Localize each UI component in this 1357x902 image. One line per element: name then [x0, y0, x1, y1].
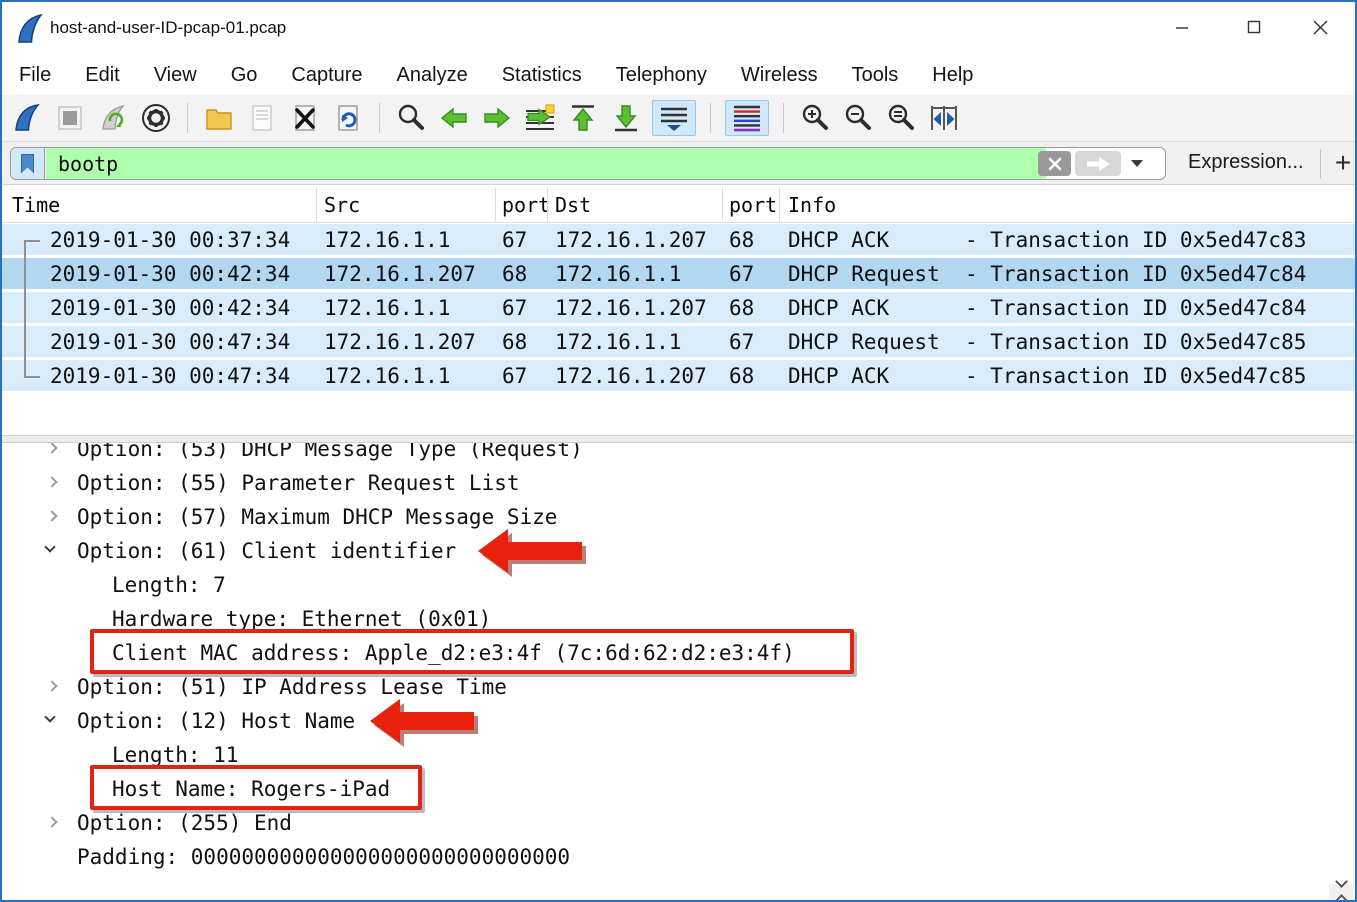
annotation-arrow-client-identifier	[478, 527, 594, 579]
chevron-right-icon[interactable]	[46, 443, 57, 454]
column-header-time[interactable]: Time	[12, 186, 60, 223]
detail-line[interactable]: Padding: 000000000000000000000000000000	[2, 840, 1325, 874]
detail-line[interactable]: Option: (61) Client identifier	[2, 534, 1325, 568]
reload-file-icon[interactable]	[331, 100, 365, 136]
maximize-button[interactable]	[1223, 2, 1285, 52]
display-filter-input[interactable]: bootp	[46, 148, 1046, 179]
packet-detail-pane: Option: (53) DHCP Message Type (Request)…	[2, 443, 1355, 900]
annotation-box-host-name	[90, 765, 422, 810]
auto-scroll-icon[interactable]	[652, 100, 696, 136]
column-header-dst[interactable]: Dst	[555, 186, 591, 223]
detail-line[interactable]: Option: (255) End	[2, 806, 1325, 840]
title-bar: host-and-user-ID-pcap-01.pcap	[2, 2, 1355, 55]
annotation-arrow-host-name	[370, 697, 486, 749]
packet-list-pane: Time Src port Dst port Info 2019-01-30 0…	[2, 186, 1355, 435]
column-header-sport[interactable]: port	[502, 186, 550, 223]
chevron-down-icon[interactable]	[44, 541, 55, 552]
toolbar-separator	[783, 103, 784, 133]
filter-bar: bootp Expression... +	[2, 142, 1355, 185]
chevron-right-icon[interactable]	[46, 476, 57, 487]
packet-row[interactable]: 2019-01-30 00:37:34 172.16.1.1 67 172.16…	[2, 224, 1355, 258]
detail-line[interactable]: Option: (57) Maximum DHCP Message Size	[2, 500, 1325, 534]
column-header-src[interactable]: Src	[324, 186, 360, 223]
filter-clear-button[interactable]	[1038, 151, 1071, 176]
close-file-icon[interactable]	[288, 100, 322, 136]
column-header-info[interactable]: Info	[788, 186, 836, 223]
chevron-down-icon[interactable]	[44, 711, 55, 722]
go-to-packet-icon[interactable]	[523, 100, 557, 136]
add-filter-button[interactable]: +	[1330, 144, 1356, 182]
column-header-dport[interactable]: port	[729, 186, 777, 223]
go-last-packet-icon[interactable]	[609, 100, 643, 136]
zoom-original-icon[interactable]	[884, 100, 918, 136]
zoom-out-icon[interactable]	[841, 100, 875, 136]
filter-separator	[1320, 149, 1321, 178]
menu-file[interactable]: File	[2, 55, 68, 95]
apply-arrow-icon	[1085, 156, 1111, 172]
menu-statistics[interactable]: Statistics	[485, 55, 599, 95]
menu-capture[interactable]: Capture	[274, 55, 379, 95]
go-back-arrow-icon[interactable]	[437, 100, 471, 136]
menu-help[interactable]: Help	[915, 55, 990, 95]
detail-line[interactable]: Option: (51) IP Address Lease Time	[2, 670, 1325, 704]
detail-line[interactable]: Length: 7	[2, 568, 1325, 602]
go-forward-arrow-icon[interactable]	[480, 100, 514, 136]
packet-row[interactable]: 2019-01-30 00:47:34 172.16.1.1 67 172.16…	[2, 360, 1355, 394]
restart-capture-icon[interactable]	[96, 100, 130, 136]
menu-telephony[interactable]: Telephony	[599, 55, 724, 95]
clear-x-icon	[1047, 156, 1063, 172]
main-toolbar	[2, 95, 1355, 142]
menu-analyze[interactable]: Analyze	[380, 55, 485, 95]
chevron-right-icon[interactable]	[46, 680, 57, 691]
stop-capture-icon[interactable]	[53, 100, 87, 136]
start-capture-fin-icon[interactable]	[10, 100, 44, 136]
detail-line[interactable]: Option: (55) Parameter Request List	[2, 466, 1325, 500]
open-file-folder-icon[interactable]	[202, 100, 236, 136]
expression-button[interactable]: Expression...	[1188, 151, 1304, 174]
display-filter-container: bootp	[10, 147, 1166, 180]
menu-bar: File Edit View Go Capture Analyze Statis…	[2, 55, 1355, 95]
chevron-right-icon[interactable]	[46, 510, 57, 521]
find-packet-magnifier-icon[interactable]	[394, 100, 428, 136]
pane-divider[interactable]	[2, 435, 1355, 443]
colorize-packets-icon[interactable]	[725, 100, 769, 136]
filter-bookmark-button[interactable]	[11, 148, 45, 179]
detail-line[interactable]: Option: (12) Host Name	[2, 704, 1325, 738]
window-title: host-and-user-ID-pcap-01.pcap	[50, 18, 286, 38]
packet-list-header: Time Src port Dst port Info	[2, 186, 1355, 223]
wireshark-window: host-and-user-ID-pcap-01.pcap File Edit …	[0, 0, 1357, 902]
save-file-icon[interactable]	[245, 100, 279, 136]
resize-columns-icon[interactable]	[927, 100, 961, 136]
scroll-down-button[interactable]	[1329, 872, 1353, 896]
menu-wireless[interactable]: Wireless	[724, 55, 835, 95]
zoom-in-icon[interactable]	[798, 100, 832, 136]
packet-row[interactable]: 2019-01-30 00:47:34 172.16.1.207 68 172.…	[2, 326, 1355, 360]
filter-apply-button[interactable]	[1075, 151, 1121, 176]
menu-edit[interactable]: Edit	[68, 55, 136, 95]
conversation-bracket	[24, 240, 40, 378]
menu-go[interactable]: Go	[214, 55, 275, 95]
chevron-right-icon[interactable]	[46, 816, 57, 827]
packet-row-selected[interactable]: 2019-01-30 00:42:34 172.16.1.207 68 172.…	[2, 258, 1355, 292]
minimize-button[interactable]	[1151, 2, 1213, 52]
menu-tools[interactable]: Tools	[835, 55, 916, 95]
wireshark-fin-icon	[16, 13, 44, 50]
chevron-down-icon	[1335, 875, 1348, 888]
toolbar-separator	[710, 103, 711, 133]
menu-view[interactable]: View	[137, 55, 214, 95]
annotation-box-client-mac	[90, 629, 854, 674]
bookmark-icon	[21, 154, 34, 174]
toolbar-separator	[187, 103, 188, 133]
close-button[interactable]	[1289, 2, 1351, 52]
filter-history-caret-icon[interactable]	[1131, 160, 1143, 167]
packet-row[interactable]: 2019-01-30 00:42:34 172.16.1.1 67 172.16…	[2, 292, 1355, 326]
toolbar-separator	[379, 103, 380, 133]
capture-options-gear-icon[interactable]	[139, 100, 173, 136]
detail-scrollbar[interactable]	[1329, 884, 1353, 898]
go-first-packet-icon[interactable]	[566, 100, 600, 136]
detail-line[interactable]: Option: (53) DHCP Message Type (Request)	[2, 443, 1325, 466]
